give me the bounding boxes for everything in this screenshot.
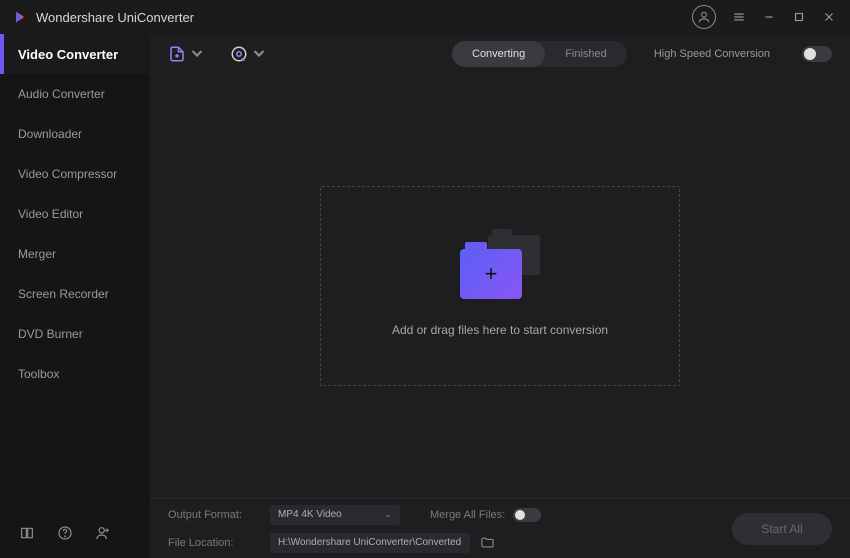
menu-icon[interactable]: [724, 0, 754, 34]
drop-zone[interactable]: + Add or drag files here to start conver…: [320, 186, 680, 386]
sidebar-item-label: DVD Burner: [18, 327, 83, 341]
app-title: Wondershare UniConverter: [36, 10, 194, 25]
sidebar: Video Converter Audio Converter Download…: [0, 34, 150, 558]
tab-finished[interactable]: Finished: [545, 41, 627, 67]
sidebar-item-label: Screen Recorder: [18, 287, 109, 301]
status-tabs: Converting Finished: [452, 41, 627, 67]
app-logo-icon: [12, 9, 28, 25]
footer-bar: Output Format: MP4 4K Video ⌄ Merge All …: [150, 498, 850, 558]
sidebar-item-merger[interactable]: Merger: [0, 234, 150, 274]
tab-converting[interactable]: Converting: [452, 41, 545, 67]
sidebar-item-label: Video Editor: [18, 207, 83, 221]
sidebar-item-toolbox[interactable]: Toolbox: [0, 354, 150, 394]
high-speed-toggle[interactable]: [802, 46, 832, 62]
add-folder-icon: +: [460, 235, 540, 299]
help-icon[interactable]: [56, 524, 74, 542]
sidebar-item-label: Downloader: [18, 127, 82, 141]
book-icon[interactable]: [18, 524, 36, 542]
output-format-dropdown[interactable]: MP4 4K Video ⌄: [270, 505, 400, 525]
open-folder-icon[interactable]: [480, 535, 496, 551]
close-icon[interactable]: [814, 0, 844, 34]
toolbar: Converting Finished High Speed Conversio…: [150, 34, 850, 74]
user-add-icon[interactable]: [94, 524, 112, 542]
sidebar-item-label: Merger: [18, 247, 56, 261]
high-speed-label: High Speed Conversion: [654, 48, 770, 60]
sidebar-bottom: [0, 508, 150, 558]
sidebar-item-video-editor[interactable]: Video Editor: [0, 194, 150, 234]
sidebar-item-video-compressor[interactable]: Video Compressor: [0, 154, 150, 194]
start-all-button[interactable]: Start All: [732, 513, 832, 545]
file-location-input[interactable]: H:\Wondershare UniConverter\Converted: [270, 533, 470, 553]
sidebar-item-downloader[interactable]: Downloader: [0, 114, 150, 154]
add-file-button[interactable]: [168, 45, 206, 63]
account-icon[interactable]: [692, 5, 716, 29]
drop-zone-text: Add or drag files here to start conversi…: [392, 323, 608, 337]
drop-area: + Add or drag files here to start conver…: [150, 74, 850, 498]
sidebar-item-video-converter[interactable]: Video Converter: [0, 34, 150, 74]
output-format-label: Output Format:: [168, 509, 260, 521]
sidebar-item-audio-converter[interactable]: Audio Converter: [0, 74, 150, 114]
sidebar-item-dvd-burner[interactable]: DVD Burner: [0, 314, 150, 354]
add-from-device-button[interactable]: [230, 45, 268, 63]
minimize-icon[interactable]: [754, 0, 784, 34]
sidebar-item-screen-recorder[interactable]: Screen Recorder: [0, 274, 150, 314]
maximize-icon[interactable]: [784, 0, 814, 34]
file-location-label: File Location:: [168, 537, 260, 549]
sidebar-item-label: Audio Converter: [18, 87, 105, 101]
sidebar-item-label: Toolbox: [18, 367, 59, 381]
sidebar-item-label: Video Compressor: [18, 167, 117, 181]
titlebar: Wondershare UniConverter: [0, 0, 850, 34]
main-panel: Converting Finished High Speed Conversio…: [150, 34, 850, 558]
merge-label: Merge All Files:: [430, 509, 505, 521]
merge-toggle[interactable]: [513, 508, 541, 522]
chevron-down-icon: ⌄: [384, 509, 392, 520]
sidebar-item-label: Video Converter: [18, 47, 118, 62]
